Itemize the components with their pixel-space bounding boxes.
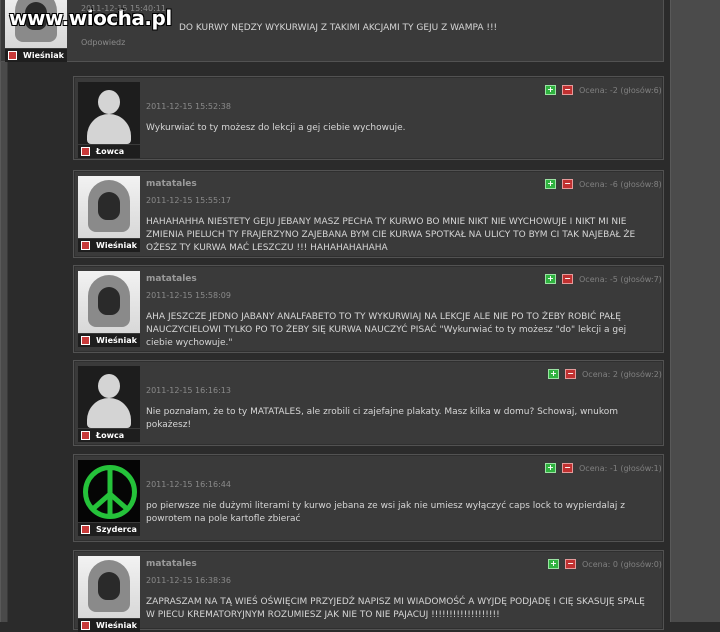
comment-text: Wykurwiać to ty możesz do lekcji a gej c…	[146, 123, 406, 133]
rating-label: Ocena: -6 (głosów:8)	[579, 180, 662, 189]
rank-label: Łowca	[96, 431, 125, 440]
avatar: Wieśniak	[78, 556, 140, 632]
minus-icon: −	[567, 369, 574, 378]
comment-item: Wieśniak matatales 2011-12-15 15:55:17 H…	[73, 170, 664, 258]
rank-label: Wieśniak	[96, 336, 137, 345]
rating-label: Ocena: -2 (głosów:6)	[579, 86, 662, 95]
comment-date: 2011-12-15 15:52:38	[146, 102, 231, 111]
rank-badge: Szyderca	[78, 523, 140, 536]
rank-label: Łowca	[96, 147, 125, 156]
upvote-button[interactable]: +	[545, 274, 556, 284]
plus-icon: +	[547, 463, 554, 472]
upvote-button[interactable]: +	[548, 559, 559, 569]
left-rail	[0, 0, 8, 622]
rank-label: Wieśniak	[23, 51, 64, 60]
parent-comment: Wieśniak www.wiocha.pl 2011-12-15 15:40:…	[0, 0, 664, 62]
downvote-button[interactable]: −	[565, 369, 576, 379]
minus-icon: −	[564, 179, 571, 188]
plus-icon: +	[547, 85, 554, 94]
minus-icon: −	[564, 463, 571, 472]
rating-label: Ocena: -5 (głosów:7)	[579, 275, 662, 284]
avatar: Wieśniak	[78, 176, 140, 252]
rank-label: Wieśniak	[96, 621, 137, 630]
rank-icon	[81, 147, 90, 156]
rank-icon	[81, 621, 90, 630]
plus-icon: +	[550, 559, 557, 568]
comment-text: Nie poznałam, że to ty MATATALES, ale zr…	[146, 407, 618, 430]
minus-icon: −	[567, 559, 574, 568]
avatar: Wieśniak	[78, 271, 140, 347]
avatar-image	[78, 82, 140, 144]
comment-date: 2011-12-15 15:40:11	[81, 4, 166, 13]
downvote-button[interactable]: −	[562, 85, 573, 95]
rank-label: Wieśniak	[96, 241, 137, 250]
upvote-button[interactable]: +	[548, 369, 559, 379]
comment-text: ZAPRASZAM NA TĄ WIEŚ OŚWIĘCIM PRZYJEDŹ N…	[146, 597, 645, 620]
avatar: Szyderca	[78, 460, 140, 536]
comment-author[interactable]: matatales	[146, 559, 197, 569]
rank-icon	[81, 525, 90, 534]
rank-icon	[81, 336, 90, 345]
downvote-button[interactable]: −	[565, 559, 576, 569]
rating-label: Ocena: -1 (głosów:1)	[579, 464, 662, 473]
avatar-image	[78, 271, 140, 333]
rank-badge: Łowca	[78, 429, 140, 442]
downvote-button[interactable]: −	[562, 463, 573, 473]
rank-badge: Wieśniak	[78, 239, 140, 252]
rank-badge: Wieśniak	[78, 334, 140, 347]
rank-icon	[81, 241, 90, 250]
plus-icon: +	[550, 369, 557, 378]
avatar-image	[78, 460, 140, 522]
comment-date: 2011-12-15 16:16:13	[146, 386, 231, 395]
comment-item: Łowca 2011-12-15 15:52:38 Wykurwiać to t…	[73, 76, 664, 160]
comment-date: 2011-12-15 15:55:17	[146, 196, 231, 205]
comment-author[interactable]: matatales	[146, 179, 197, 189]
plus-icon: +	[547, 179, 554, 188]
minus-icon: −	[564, 274, 571, 283]
comment-item: Szyderca 2011-12-15 16:16:44 po pierwsze…	[73, 454, 664, 542]
comment-item: Wieśniak matatales 2011-12-15 16:38:36 Z…	[73, 550, 664, 632]
comment-date: 2011-12-15 16:38:36	[146, 576, 231, 585]
comment-item: Wieśniak matatales 2011-12-15 15:58:09 A…	[73, 265, 664, 353]
rank-icon	[81, 431, 90, 440]
plus-icon: +	[547, 274, 554, 283]
upvote-button[interactable]: +	[545, 179, 556, 189]
avatar-image	[78, 366, 140, 428]
reply-link[interactable]: Odpowiedz	[81, 38, 125, 47]
rating-label: Ocena: 2 (głosów:2)	[582, 370, 662, 379]
right-rail	[670, 0, 720, 622]
rank-label: Szyderca	[96, 525, 137, 534]
upvote-button[interactable]: +	[545, 85, 556, 95]
comment-date: 2011-12-15 15:58:09	[146, 291, 231, 300]
rank-badge: Wieśniak	[5, 49, 67, 62]
comment-text: AHA JESZCZE JEDNO JABANY ANALFABETO TO T…	[146, 312, 627, 348]
downvote-button[interactable]: −	[562, 274, 573, 284]
comment-date: 2011-12-15 16:16:44	[146, 480, 231, 489]
upvote-button[interactable]: +	[545, 463, 556, 473]
comment-text: HAHAHAHHA NIESTETY GEJU JEBANY MASZ PECH…	[146, 217, 636, 253]
avatar: Łowca	[78, 82, 140, 158]
comment-author[interactable]: matatales	[146, 274, 197, 284]
rank-badge: Wieśniak	[78, 619, 140, 632]
avatar-image	[78, 556, 140, 618]
downvote-button[interactable]: −	[562, 179, 573, 189]
comment-item: Łowca 2011-12-15 16:16:13 Nie poznałam, …	[73, 360, 664, 446]
rank-badge: Łowca	[78, 145, 140, 158]
comment-text: DO KURWY NĘDZY WYKURWIAJ Z TAKIMI AKCJAM…	[179, 23, 498, 33]
comment-text: po pierwsze nie dużymi literami ty kurwo…	[146, 501, 625, 524]
avatar: Łowca	[78, 366, 140, 442]
rank-icon	[8, 51, 17, 60]
rating-label: Ocena: 0 (głosów:0)	[582, 560, 662, 569]
minus-icon: −	[564, 85, 571, 94]
avatar-image	[78, 176, 140, 238]
